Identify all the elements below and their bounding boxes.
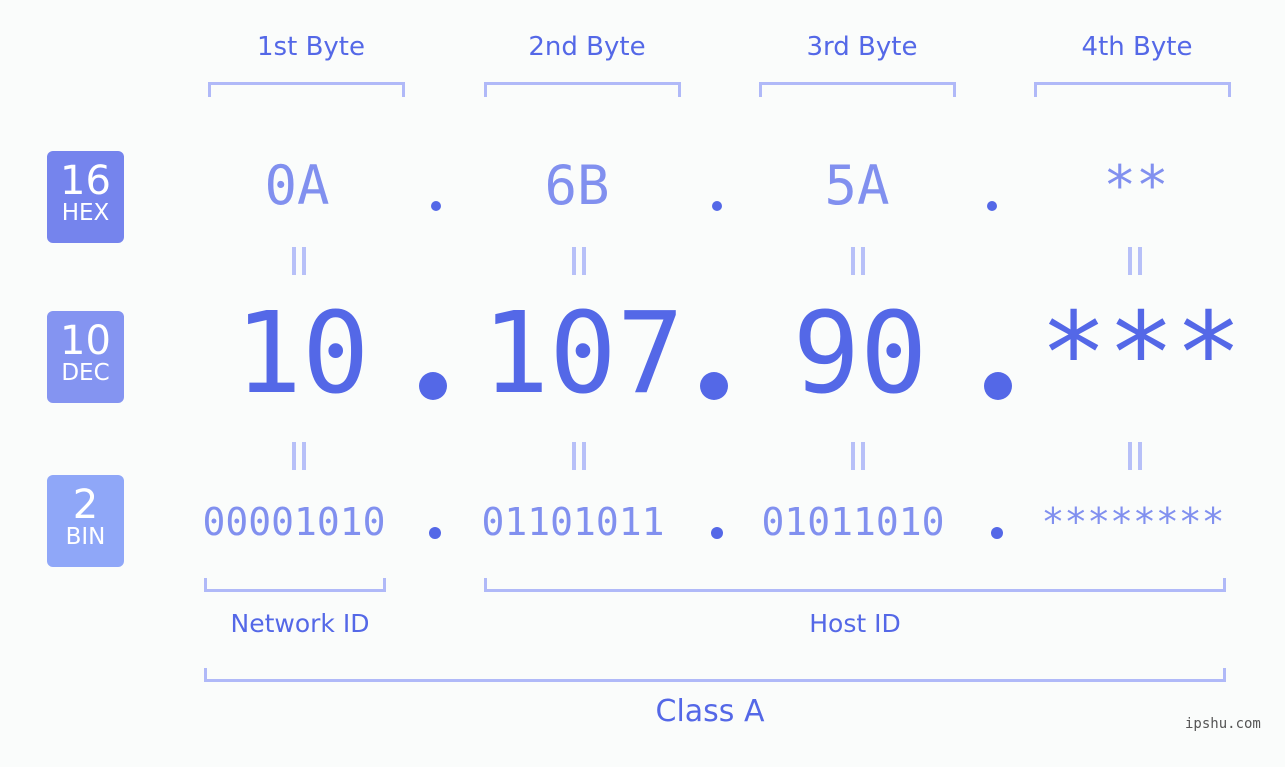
bin-separator-dot xyxy=(991,527,1003,539)
dec-badge: 10 DEC xyxy=(47,311,124,403)
hex-separator-dot xyxy=(987,201,997,211)
equals-icon xyxy=(292,247,308,275)
equals-icon xyxy=(851,247,867,275)
watermark: ipshu.com xyxy=(1185,716,1261,732)
bin-byte-4: ******** xyxy=(1041,500,1225,544)
network-id-label: Network ID xyxy=(230,609,370,638)
class-bracket xyxy=(204,668,1226,682)
equals-icon xyxy=(572,247,588,275)
host-id-bracket xyxy=(484,578,1226,592)
dec-badge-unit: DEC xyxy=(61,360,110,386)
equals-icon xyxy=(1128,247,1144,275)
byte-bracket-4 xyxy=(1034,82,1231,97)
dec-byte-4: *** xyxy=(1039,289,1243,419)
class-label: Class A xyxy=(655,694,765,729)
hex-byte-4: ** xyxy=(1103,154,1169,217)
hex-separator-dot xyxy=(712,201,722,211)
dec-byte-2: 107 xyxy=(481,289,685,419)
hex-byte-3: 5A xyxy=(824,154,890,217)
bin-separator-dot xyxy=(711,527,723,539)
bin-badge-unit: BIN xyxy=(65,524,106,550)
bin-badge-base: 2 xyxy=(72,482,99,528)
byte-label-4: 4th Byte xyxy=(1081,32,1193,62)
hex-badge: 16 HEX xyxy=(47,151,124,243)
equals-icon xyxy=(572,442,588,470)
equals-icon xyxy=(292,442,308,470)
dec-byte-1: 10 xyxy=(234,289,370,419)
hex-byte-2: 6B xyxy=(544,154,610,217)
dec-separator-dot xyxy=(984,372,1012,400)
equals-icon xyxy=(851,442,867,470)
byte-bracket-1 xyxy=(208,82,405,97)
dec-badge-base: 10 xyxy=(60,318,111,364)
hex-separator-dot xyxy=(431,201,441,211)
bin-byte-1: 00001010 xyxy=(202,500,386,544)
dec-byte-3: 90 xyxy=(792,289,928,419)
byte-bracket-2 xyxy=(484,82,681,97)
host-id-label: Host ID xyxy=(809,609,901,638)
network-id-bracket xyxy=(204,578,386,592)
hex-badge-unit: HEX xyxy=(61,200,110,226)
bin-byte-2: 01101011 xyxy=(481,500,665,544)
dec-separator-dot xyxy=(700,372,728,400)
byte-bracket-3 xyxy=(759,82,956,97)
byte-label-3: 3rd Byte xyxy=(806,32,918,62)
equals-icon xyxy=(1128,442,1144,470)
byte-label-2: 2nd Byte xyxy=(528,32,646,62)
bin-badge: 2 BIN xyxy=(47,475,124,567)
dec-separator-dot xyxy=(419,372,447,400)
bin-separator-dot xyxy=(429,527,441,539)
bin-byte-3: 01011010 xyxy=(761,500,945,544)
hex-byte-1: 0A xyxy=(264,154,330,217)
hex-badge-base: 16 xyxy=(60,158,111,204)
byte-label-1: 1st Byte xyxy=(257,32,365,62)
